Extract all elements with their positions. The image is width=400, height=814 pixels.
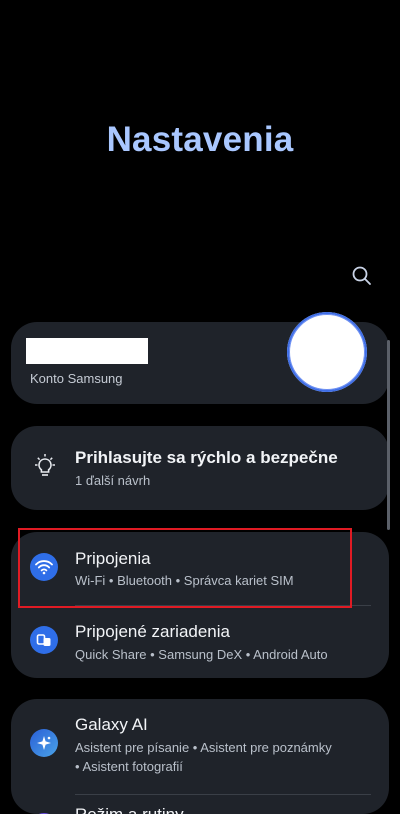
suggestion-title: Prihlasujte sa rýchlo a bezpečne bbox=[75, 448, 338, 467]
page-title: Nastavenia bbox=[106, 120, 294, 159]
settings-item-modes[interactable]: Režim a rutiny bbox=[11, 795, 389, 814]
account-label: Konto Samsung bbox=[30, 371, 123, 386]
item-title: Režim a rutiny bbox=[75, 805, 184, 814]
suggestion-card[interactable]: Prihlasujte sa rýchlo a bezpečne 1 ďalší… bbox=[11, 426, 389, 510]
item-subtitle: Wi-Fi • Bluetooth • Správca kariet SIM bbox=[75, 573, 294, 588]
settings-item-connections[interactable]: Pripojenia Wi-Fi • Bluetooth • Správca k… bbox=[11, 532, 389, 605]
item-title: Galaxy AI bbox=[75, 715, 148, 734]
galaxy-ai-icon bbox=[30, 729, 58, 757]
account-name-redacted bbox=[26, 338, 148, 364]
settings-item-galaxy-ai[interactable]: Galaxy AI Asistent pre písanie • Asisten… bbox=[11, 699, 389, 789]
item-subtitle-line2: • Asistent fotografií bbox=[75, 759, 183, 774]
item-title: Pripojené zariadenia bbox=[75, 622, 230, 641]
suggestion-subtitle: 1 ďalší návrh bbox=[75, 473, 151, 488]
galaxy-ai-card: Galaxy AI Asistent pre písanie • Asisten… bbox=[11, 699, 389, 814]
avatar-image bbox=[289, 314, 365, 390]
connections-card: Pripojenia Wi-Fi • Bluetooth • Správca k… bbox=[11, 532, 389, 678]
item-subtitle: Asistent pre písanie • Asistent pre pozn… bbox=[75, 740, 332, 755]
settings-item-connected-devices[interactable]: Pripojené zariadenia Quick Share • Samsu… bbox=[11, 606, 389, 678]
search-icon bbox=[352, 266, 371, 285]
avatar[interactable] bbox=[287, 312, 367, 392]
devices-icon bbox=[30, 626, 58, 654]
search-button[interactable] bbox=[348, 262, 376, 290]
lightbulb-icon bbox=[35, 454, 55, 476]
item-title: Pripojenia bbox=[75, 549, 151, 568]
item-subtitle: Quick Share • Samsung DeX • Android Auto bbox=[75, 647, 328, 662]
wifi-icon bbox=[30, 553, 58, 581]
scrollbar[interactable] bbox=[387, 340, 390, 530]
account-card[interactable]: Konto Samsung bbox=[11, 312, 389, 404]
